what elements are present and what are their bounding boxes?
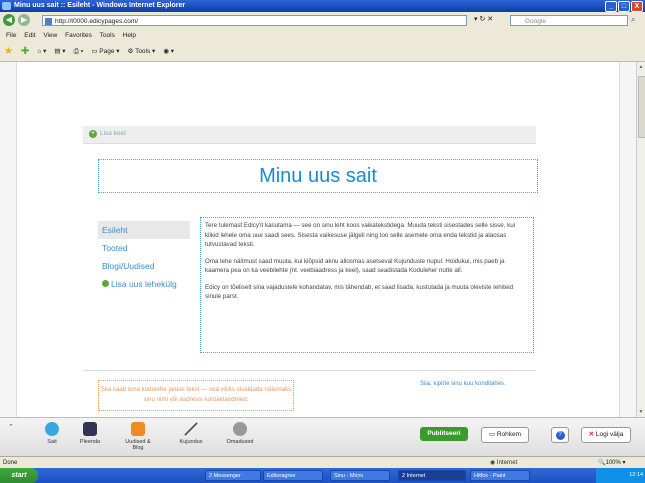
page-menu[interactable]: ▭ Page ▾ [91,43,119,61]
task-word[interactable]: Sinu - Micro [330,470,390,481]
content-paragraph: Oma lehe näitmust saad muuta, kui klõpsi… [205,257,505,275]
footer-divider [83,370,536,371]
menu-file[interactable]: File [6,32,16,39]
nav-item-esileht[interactable]: Esileht [98,221,190,239]
publish-button[interactable]: Publitseeri [420,427,468,441]
back-icon[interactable]: ◀ [3,14,15,26]
print-icon[interactable]: ⎙ ▾ [74,43,84,61]
help-icon: ? [555,431,565,440]
address-row: ◀ ▶ http://t0000.edicypages.com/ ▾ ↻ ✕ G… [0,12,645,30]
add-page-link[interactable]: Lisa uus lehekülg [98,279,190,290]
footer-link[interactable]: Siia, kiprite sinu kuu konditahes. [420,381,506,387]
window-titlebar: Minu uus sait :: Esileht - Windows Inter… [0,0,645,12]
start-button[interactable]: start [0,468,38,483]
page-icon [45,18,52,25]
editor-toolbar: ⌃ Sait Pleenda Uudised & Blog Kujundus O… [0,417,645,457]
favorites-star-icon[interactable]: ★ [4,43,13,61]
task-internet-explorer[interactable]: 2 Internet [398,470,466,481]
site-title-box[interactable]: Minu uus sait [98,159,538,193]
nav-item-tooted[interactable]: Tooted [98,239,190,257]
window-title: Minu uus sait :: Esileht - Windows Inter… [14,2,186,9]
menu-view[interactable]: View [43,32,57,39]
footer-text-box[interactable]: Siia saab oma kodulehe jaluse tekst — se… [98,380,294,411]
footer-text: Siia saab oma kodulehe jaluse tekst — se… [100,386,292,403]
more-button[interactable]: ▭ Rohkem [481,427,529,443]
forward-icon[interactable]: ▶ [18,14,30,26]
pages-button[interactable]: Pleenda [72,422,108,445]
content-paragraph: Edicy on tõeliselt sina vajadustele koha… [205,283,514,301]
taskbar: start 2 Messenger Editoragree Sinu - Mic… [0,468,645,483]
search-input[interactable]: Google [510,15,628,26]
menu-favorites[interactable]: Favorites [65,32,92,39]
rss-icon [131,422,145,436]
clock: 12:14 [629,472,643,478]
settings-button[interactable]: Omadused [222,422,258,445]
page-viewport: + Lisa keel Minu uus sait Esileht Tooted… [0,62,636,417]
command-bar: ★ ✚ ⌂ ▾ ▤ ▾ ⎙ ▾ ▭ Page ▾ ⚙ Tools ▾ ◉ ▾ [0,42,645,62]
home-icon[interactable]: ⌂ ▾ [37,43,46,61]
nav-item-blogi[interactable]: Blogi/Uudised [98,257,190,275]
menu-bar: File Edit View Favorites Tools Help [0,30,645,42]
tools-menu[interactable]: ⚙ Tools ▾ [128,43,156,61]
address-bar[interactable]: http://t0000.edicypages.com/ [42,15,467,26]
site-nav: Esileht Tooted Blogi/Uudised Lisa uus le… [98,221,190,290]
gear-icon [233,422,247,436]
task-messenger[interactable]: 2 Messenger [205,470,261,481]
collapse-arrow-icon[interactable]: ⌃ [8,423,14,431]
site-button[interactable]: Sait [34,422,70,445]
design-button[interactable]: Kujundus [173,422,209,445]
content-area[interactable]: Tere tulemast Edicy'it kasutama — see on… [200,217,534,353]
content-paragraph: Tere tulemast Edicy'it kasutama — see on… [205,222,516,248]
help-button[interactable]: ? [551,427,569,443]
search-icon[interactable]: ⌕ [631,15,635,25]
monitor-icon [83,422,97,436]
task-paint[interactable]: Hitfox - Paint [470,470,530,481]
add-page-label: Lisa uus lehekülg [111,279,177,289]
refresh-stop-icons[interactable]: ▾ ↻ ✕ [474,15,493,23]
globe-icon [45,422,59,436]
logout-button[interactable]: ✕ Logi välja [581,427,631,443]
system-tray: 12:14 [596,468,645,483]
site-title[interactable]: Minu uus sait [259,165,377,188]
minimize-button[interactable]: _ [605,1,617,12]
search-placeholder: Google [525,18,546,25]
add-page-icon [102,280,109,287]
add-language-link[interactable]: Lisa keel [100,130,126,137]
menu-edit[interactable]: Edit [24,32,35,39]
scroll-up-icon[interactable]: ▲ [638,64,644,70]
language-bar: + Lisa keel [83,126,536,144]
add-favorites-icon[interactable]: ✚ [21,43,29,61]
blog-button[interactable]: Uudised & Blog [120,422,156,451]
scroll-down-icon[interactable]: ▼ [638,409,644,415]
vertical-scrollbar[interactable]: ▲ ▼ [636,62,645,417]
add-language-icon[interactable]: + [89,130,97,138]
menu-help[interactable]: Help [123,32,136,39]
task-editor[interactable]: Editoragree [263,470,323,481]
close-icon: ✕ [588,431,595,438]
scroll-thumb[interactable] [638,76,645,138]
menu-tools[interactable]: Tools [100,32,115,39]
close-button[interactable]: X [631,1,643,12]
ie-icon [2,2,11,10]
maximize-button[interactable]: □ [618,1,630,12]
feeds-icon[interactable]: ▤ ▾ [54,43,65,61]
brush-icon [184,422,198,436]
address-text: http://t0000.edicypages.com/ [55,18,139,25]
help-icon[interactable]: ◉ ▾ [163,43,174,61]
